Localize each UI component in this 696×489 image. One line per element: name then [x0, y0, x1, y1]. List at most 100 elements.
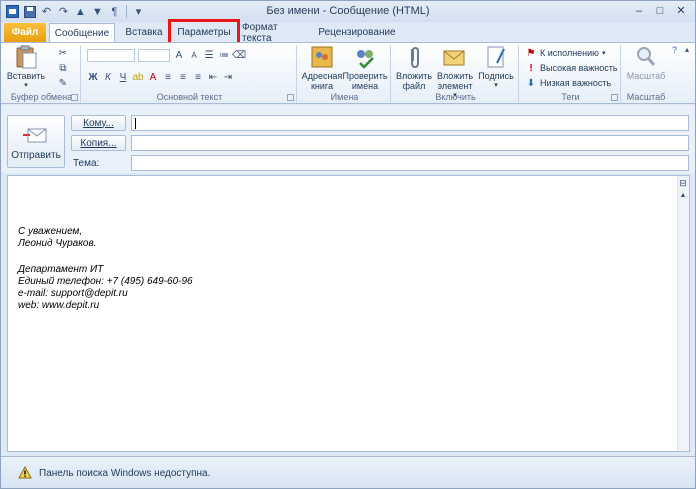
font-size-combo[interactable]	[138, 49, 170, 62]
signature-line: С уважением,	[18, 226, 83, 237]
ribbon-collapse-icon[interactable]: ▴	[685, 45, 689, 54]
address-book-button[interactable]: Адресная книга	[301, 45, 343, 91]
ribbon: Вставить ▾ ✂ ⧉ ✎ Буфер обмена A A ☰ ≔ ⌫ …	[1, 42, 695, 104]
group-names: Адресная книга Проверить имена Имена	[299, 45, 391, 103]
cc-field[interactable]	[131, 135, 689, 151]
send-button[interactable]: Отправить	[7, 115, 65, 168]
vertical-scrollbar[interactable]: ⊟ ▲	[677, 176, 689, 451]
paperclip-icon	[411, 46, 419, 69]
ruler-icon[interactable]: ⊟	[678, 178, 688, 188]
paste-button[interactable]: Вставить ▾	[7, 45, 45, 91]
group-zoom: Масштаб Масштаб	[623, 45, 669, 103]
tab-insert[interactable]: Вставка	[119, 23, 169, 42]
follow-up-dropdown-icon[interactable]: ▾	[602, 49, 606, 57]
signature-button[interactable]: Подпись ▾	[477, 45, 515, 91]
maximize-icon[interactable]: □	[650, 3, 670, 18]
envelope-icon	[443, 50, 465, 66]
signature-line: Леонид Чураков.	[18, 238, 97, 249]
basic-text-launcher-icon[interactable]	[287, 94, 294, 101]
cut-button[interactable]: ✂	[57, 47, 69, 59]
italic-icon[interactable]: К	[102, 71, 114, 83]
tab-review[interactable]: Рецензирование	[318, 23, 395, 42]
format-row: Ж К Ч ab A ≡ ≡ ≡ ⇤ ⇥	[87, 71, 234, 83]
clipboard-launcher-icon[interactable]	[71, 94, 78, 101]
group-label-include: Включить	[435, 92, 476, 102]
window-controls: – □ ✕	[629, 3, 691, 18]
group-tags: ⚑ К исполнению ▾ ! Высокая важность ⬇ Ни…	[521, 45, 621, 103]
tab-format-text[interactable]: Формат текста	[242, 22, 308, 44]
cc-button[interactable]: Копия...	[71, 135, 126, 151]
send-icon	[23, 128, 47, 143]
group-include: Вложить файл Вложить элемент ▾ Подпись ▾…	[393, 45, 519, 103]
tab-message[interactable]: Сообщение	[49, 23, 115, 42]
group-label-clipboard: Буфер обмена	[10, 92, 73, 102]
flag-icon: ⚑	[526, 47, 536, 59]
format-painter-button[interactable]: ✎	[57, 77, 69, 89]
clear-format-icon[interactable]: ⌫	[232, 50, 246, 62]
signature-icon	[487, 46, 505, 68]
highlight-icon[interactable]: ab	[132, 71, 144, 83]
group-label-tags: Теги	[561, 92, 580, 102]
paste-icon	[16, 45, 37, 69]
help-icon[interactable]: ?	[672, 45, 677, 55]
tab-options[interactable]: Параметры	[168, 19, 240, 46]
signature-line: e-mail: support@depit.ru	[18, 288, 128, 299]
status-bar: Панель поиска Windows недоступна.	[1, 456, 695, 488]
magnifier-icon	[637, 47, 656, 66]
copy-button[interactable]: ⧉	[57, 62, 69, 74]
align-right-icon[interactable]: ≡	[192, 71, 204, 83]
to-button[interactable]: Кому...	[71, 115, 126, 131]
bold-icon[interactable]: Ж	[87, 71, 99, 83]
check-names-icon	[357, 50, 374, 69]
scroll-up-icon[interactable]: ▲	[678, 190, 688, 200]
underline-icon[interactable]: Ч	[117, 71, 129, 83]
text-cursor	[135, 118, 136, 129]
tab-file[interactable]: Файл	[4, 23, 46, 42]
zoom-button[interactable]: Масштаб	[625, 45, 667, 81]
signature-line: Единый телефон: +7 (495) 649-60-96	[18, 276, 193, 287]
signature-line: Департамент ИТ	[18, 264, 104, 275]
exclamation-icon: !	[529, 62, 533, 74]
cut-icon: ✂	[58, 47, 68, 59]
attach-file-button[interactable]: Вложить файл	[395, 45, 433, 91]
grow-font-icon[interactable]: A	[173, 50, 185, 62]
check-names-button[interactable]: Проверить имена	[343, 45, 388, 91]
high-importance-button[interactable]: ! Высокая важность	[525, 62, 617, 74]
ribbon-tabs: Файл Сообщение Вставка Параметры Формат …	[1, 19, 695, 46]
signature-dropdown-icon[interactable]: ▾	[494, 81, 498, 91]
font-name-combo[interactable]	[87, 49, 135, 62]
decrease-indent-icon[interactable]: ⇤	[207, 71, 219, 83]
group-basic-text: A A ☰ ≔ ⌫ Ж К Ч ab A ≡ ≡ ≡ ⇤ ⇥ Основной …	[83, 45, 297, 103]
paste-dropdown-icon[interactable]: ▾	[24, 81, 28, 91]
to-field[interactable]	[131, 115, 689, 131]
minimize-icon[interactable]: –	[629, 3, 649, 18]
shrink-font-icon[interactable]: A	[188, 50, 200, 62]
align-left-icon[interactable]: ≡	[162, 71, 174, 83]
increase-indent-icon[interactable]: ⇥	[222, 71, 234, 83]
copy-icon: ⧉	[59, 62, 67, 74]
group-clipboard: Вставить ▾ ✂ ⧉ ✎ Буфер обмена	[3, 45, 81, 103]
address-book-icon	[311, 46, 333, 68]
bullets-icon[interactable]: ☰	[203, 50, 215, 62]
numbering-icon[interactable]: ≔	[218, 50, 230, 62]
message-window: ↶ ↷ ▲ ▼ ¶ ▾ Без имени - Сообщение (HTML)…	[0, 0, 696, 489]
message-body[interactable]: С уважением, Леонид Чураков. Департамент…	[7, 175, 690, 452]
align-center-icon[interactable]: ≡	[177, 71, 189, 83]
subject-field[interactable]	[131, 155, 689, 171]
title-bar: ↶ ↷ ▲ ▼ ¶ ▾ Без имени - Сообщение (HTML)…	[1, 1, 695, 22]
close-icon[interactable]: ✕	[671, 3, 691, 18]
tags-launcher-icon[interactable]	[611, 94, 618, 101]
down-arrow-icon: ⬇	[526, 77, 536, 89]
font-row: A A ☰ ≔ ⌫	[87, 49, 246, 62]
warning-icon	[18, 466, 32, 479]
message-header: Отправить Кому... Копия... Тема:	[1, 105, 695, 173]
group-label-names: Имена	[330, 92, 359, 102]
signature-line: web: www.depit.ru	[18, 300, 100, 311]
font-color-icon[interactable]: A	[147, 71, 159, 83]
status-message: Панель поиска Windows недоступна.	[39, 468, 211, 479]
format-painter-icon: ✎	[58, 77, 68, 89]
follow-up-button[interactable]: ⚑ К исполнению ▾	[525, 47, 606, 59]
low-importance-button[interactable]: ⬇ Низкая важность	[525, 77, 611, 89]
subject-label: Тема:	[73, 158, 100, 169]
group-label-zoom: Масштаб	[626, 92, 666, 102]
